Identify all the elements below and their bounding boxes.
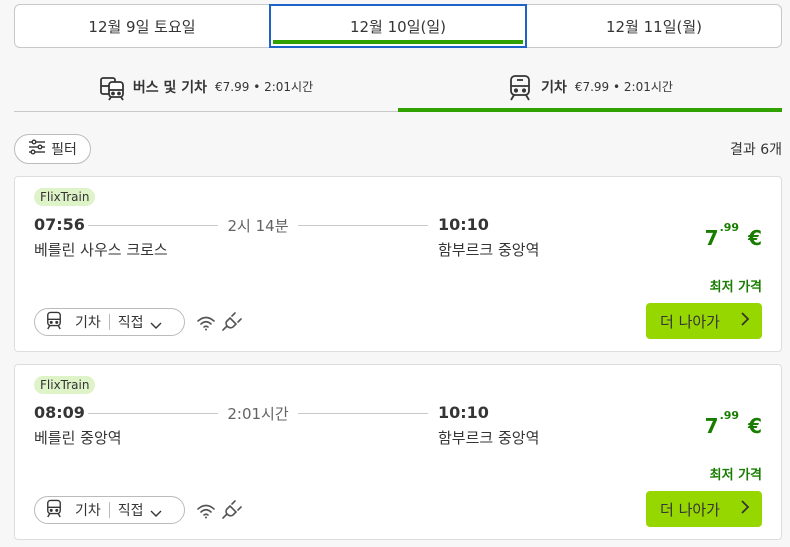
mode-price-duration: €7.99 • 2:01시간 (215, 80, 314, 94)
train-icon (507, 73, 533, 101)
filter-row: 필터 결과 6개 (14, 134, 782, 164)
pill-divider (108, 314, 110, 330)
trip-duration: 2:01시간 (227, 405, 289, 423)
continue-button[interactable]: 더 나아가 (646, 303, 762, 339)
date-tab-label: 12월 11일(월) (605, 17, 703, 36)
lowest-price-label: 최저 가격 (709, 280, 762, 295)
bus-train-icon (99, 73, 125, 101)
arrival-time: 10:10 (438, 403, 489, 422)
trip-details-dropdown[interactable]: 기차 직접 (34, 496, 185, 524)
date-tab-dec-10[interactable]: 12월 10일(일) (269, 4, 527, 48)
filter-button[interactable]: 필터 (14, 134, 91, 164)
timeline-divider (298, 225, 428, 226)
departure-station: 베를린 사우스 크로스 (34, 241, 168, 259)
continue-label: 더 나아가 (660, 312, 720, 331)
price-decimal: .99 (719, 221, 740, 234)
price-decimal: .99 (719, 409, 740, 422)
train-icon (45, 498, 63, 522)
trip-duration: 2시 14분 (227, 217, 289, 235)
tab-bus-and-train[interactable]: 버스 및 기차 €7.99 • 2:01시간 (14, 62, 398, 111)
timeline-divider (88, 225, 218, 226)
date-tab-label: 12월 9일 토요일 (88, 17, 196, 36)
wifi-icon (196, 502, 216, 520)
price-integer: 7 (704, 414, 719, 438)
date-tab-dec-9[interactable]: 12월 9일 토요일 (14, 4, 269, 48)
price: 7 .99 € (705, 409, 762, 443)
timeline-divider (298, 413, 428, 414)
timeline-divider (88, 413, 218, 414)
price-currency: € (748, 414, 762, 438)
sliders-icon (28, 139, 46, 159)
transport-mode-tabs: 버스 및 기차 €7.99 • 2:01시간 기차 €7.99 • 2:01시간 (14, 62, 782, 112)
departure-station: 베를린 중앙역 (34, 429, 122, 447)
route-type: 직접 (117, 315, 144, 331)
result-card: FlixTrain 07:56 2시 14분 10:10 베를린 사우스 크로스… (14, 176, 782, 352)
transport-type: 기차 (75, 315, 101, 331)
power-outlet-icon (222, 312, 242, 332)
brand-badge: FlixTrain (34, 188, 96, 206)
mode-label: 기차 (541, 79, 567, 96)
mode-label: 버스 및 기차 (132, 79, 208, 96)
train-icon (45, 310, 63, 334)
tab-train[interactable]: 기차 €7.99 • 2:01시간 (398, 62, 782, 112)
arrival-station: 함부르크 중앙역 (438, 241, 540, 259)
chevron-down-icon (150, 318, 162, 329)
wifi-icon (196, 314, 216, 332)
date-tab-label: 12월 10일(일) (349, 17, 447, 36)
arrival-station: 함부르크 중앙역 (438, 429, 540, 447)
date-selector: 12월 9일 토요일 12월 10일(일) 12월 11일(월) (14, 4, 782, 48)
chevron-down-icon (150, 506, 162, 517)
departure-time: 07:56 (34, 215, 85, 234)
filter-label: 필터 (51, 142, 77, 158)
trip-details-dropdown[interactable]: 기차 직접 (34, 308, 185, 336)
route-type: 직접 (117, 503, 144, 519)
brand-badge: FlixTrain (34, 376, 96, 394)
lowest-price-label: 최저 가격 (709, 468, 762, 483)
chevron-right-icon (740, 312, 750, 330)
transport-type: 기차 (75, 503, 101, 519)
arrival-time: 10:10 (438, 215, 489, 234)
pill-divider (108, 502, 110, 518)
result-card: FlixTrain 08:09 2:01시간 10:10 베를린 중앙역 함부르… (14, 364, 782, 540)
price-currency: € (748, 226, 762, 250)
power-outlet-icon (222, 500, 242, 520)
continue-button[interactable]: 더 나아가 (646, 491, 762, 527)
chevron-right-icon (740, 500, 750, 518)
mode-price-duration: €7.99 • 2:01시간 (574, 80, 673, 94)
continue-label: 더 나아가 (660, 500, 720, 519)
price-integer: 7 (704, 226, 719, 250)
price: 7 .99 € (705, 221, 762, 255)
date-tab-dec-11[interactable]: 12월 11일(월) (527, 4, 782, 48)
departure-time: 08:09 (34, 403, 85, 422)
result-count: 결과 6개 (730, 142, 782, 158)
